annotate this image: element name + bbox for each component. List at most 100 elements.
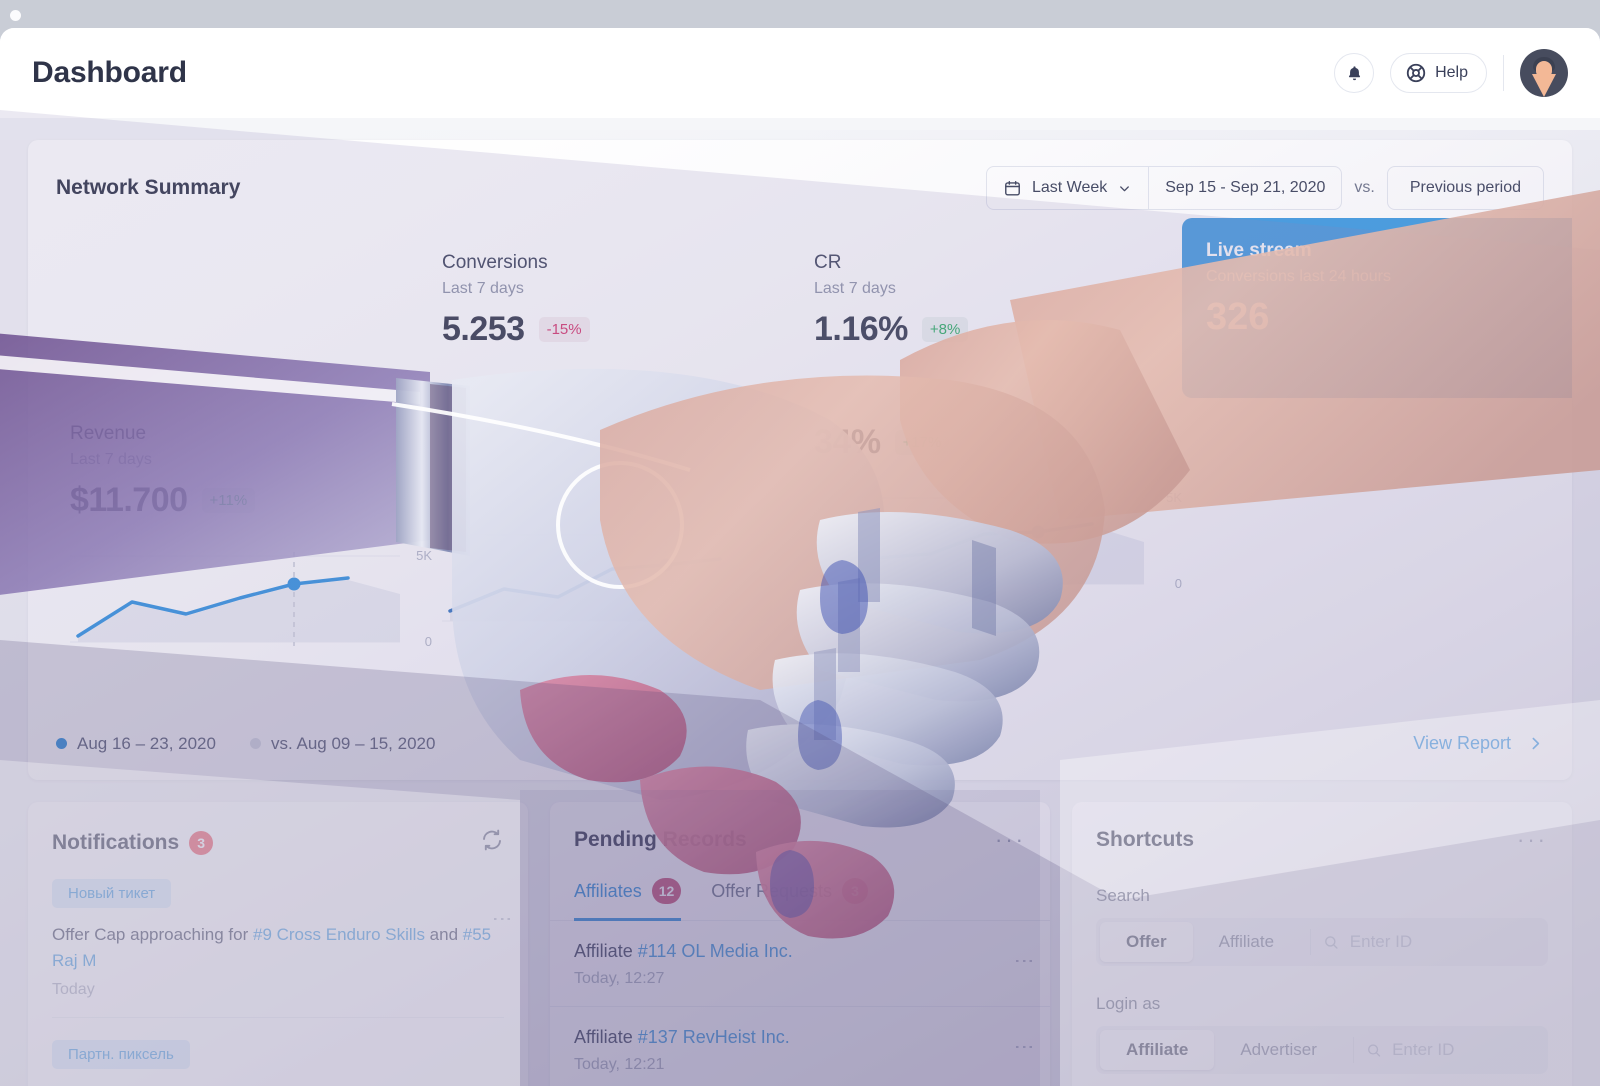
shortcuts-menu-button[interactable]: ··· xyxy=(1517,829,1548,851)
kpi-row-bottom: Revenue Last 7 days $11.700 +11% 5K 0 34… xyxy=(56,423,1544,662)
axis-label-bottom: 0 xyxy=(1174,576,1182,591)
app-header: Dashboard Help xyxy=(0,28,1600,118)
search-input[interactable] xyxy=(1349,932,1544,952)
calendar-icon xyxy=(1005,180,1020,196)
kpi-cr: CR Last 7 days 1.16% +8% xyxy=(800,252,1172,349)
login-tab-advertiser[interactable]: Advertiser xyxy=(1214,1030,1343,1070)
notifications-count-badge: 3 xyxy=(189,830,214,855)
legend-dot xyxy=(249,738,261,749)
notification-link-1[interactable]: #9 Cross Enduro Skills xyxy=(253,925,425,944)
pending-records-menu-button[interactable]: ··· xyxy=(995,829,1026,851)
tab-count-badge: 3 xyxy=(842,878,869,904)
kpi-conversions: Conversions Last 7 days 5.253 -15% xyxy=(428,252,800,349)
kpi-value-row: 34% +17% xyxy=(814,423,1172,462)
avatar[interactable] xyxy=(1520,49,1568,97)
axis-label-top: 5K xyxy=(1166,490,1182,505)
search-icon xyxy=(1367,1043,1381,1057)
notifications-card: Notifications 3 Новый тикет Offer Cap ap… xyxy=(28,802,528,1086)
notification-item[interactable]: Новый тикет Offer Cap approaching for #9… xyxy=(52,857,513,1018)
kpi-subtitle: Last 7 days xyxy=(814,280,896,297)
bell-icon xyxy=(1348,65,1360,80)
segment-divider xyxy=(1310,929,1312,955)
date-range-value[interactable]: Sep 15 - Sep 21, 2020 xyxy=(1149,166,1343,210)
network-summary-card: Network Summary Last Week Sep 15 - Sep 2… xyxy=(28,140,1572,780)
kpi-value-row: 5.253 -15% xyxy=(442,310,800,349)
pending-records-tabs: Affiliates 12 Offer Requests 3 xyxy=(550,878,1050,921)
compare-period-label: Previous period xyxy=(1409,179,1521,196)
dashboard-body: Network Summary Last Week Sep 15 - Sep 2… xyxy=(0,140,1600,1086)
search-section-label: Search xyxy=(1096,886,1150,905)
record-prefix: Affiliate xyxy=(574,1027,638,1047)
search-icon xyxy=(1325,935,1338,949)
kpi-subtitle: Last 7 days xyxy=(70,451,152,468)
header-divider xyxy=(1503,55,1504,91)
login-input[interactable] xyxy=(1392,1040,1544,1060)
sparkline-revenue: 5K 0 xyxy=(70,542,432,662)
sparkline-fourth: 5K 0 xyxy=(814,484,1182,604)
tab-offer-requests[interactable]: Offer Requests 3 xyxy=(711,878,869,921)
summary-header: Network Summary Last Week Sep 15 - Sep 2… xyxy=(56,166,1544,210)
tab-count-badge: 12 xyxy=(651,878,682,904)
record-link[interactable]: #137 RevHeist Inc. xyxy=(638,1027,790,1047)
record-row[interactable]: Affiliate #114 OL Media Inc. Today, 12:2… xyxy=(550,921,1050,1007)
live-stream-title: Live stream xyxy=(1206,240,1312,261)
record-row[interactable]: Affiliate #137 RevHeist Inc. Today, 12:2… xyxy=(550,1007,1050,1086)
search-tab-affiliate[interactable]: Affiliate xyxy=(1193,922,1300,962)
login-section-label: Login as xyxy=(1096,994,1161,1013)
summary-footer: Aug 16 – 23, 2020 vs. Aug 09 – 15, 2020 … xyxy=(56,733,1544,754)
notification-menu-button[interactable]: ⋮ xyxy=(491,909,513,928)
kpi-value: 5.253 xyxy=(442,310,525,348)
live-stream-panel: Live stream Conversions last 24 hours 32… xyxy=(1182,218,1572,398)
notifications-list: Новый тикет Offer Cap approaching for #9… xyxy=(28,857,528,1086)
compare-period-select[interactable]: Previous period xyxy=(1386,166,1544,210)
login-tab-affiliate[interactable]: Affiliate xyxy=(1100,1030,1215,1070)
kpi-name: CR xyxy=(814,252,842,273)
axis-label-bottom: 0 xyxy=(424,634,432,649)
window-dot xyxy=(10,10,21,21)
window-chrome-bar xyxy=(0,0,1600,28)
sparkline-conversions xyxy=(442,521,800,641)
view-report-link[interactable]: View Report xyxy=(1413,733,1544,754)
pending-records-title: Pending Records xyxy=(574,828,747,851)
notifications-refresh-button[interactable] xyxy=(480,828,504,857)
tab-label: Affiliates xyxy=(574,880,642,901)
pending-records-list: Affiliate #114 OL Media Inc. Today, 12:2… xyxy=(550,921,1050,1086)
header-actions: Help xyxy=(1334,49,1568,97)
date-preset-select[interactable]: Last Week xyxy=(985,166,1150,210)
legend-dot xyxy=(56,738,67,749)
kpi-delta: +17% xyxy=(894,430,950,455)
kpi-name: Conversions xyxy=(442,252,548,273)
avatar-body xyxy=(1532,74,1556,97)
record-time: Today, 12:27 xyxy=(574,970,665,987)
view-report-label: View Report xyxy=(1413,733,1511,753)
notification-text-mid: and xyxy=(424,925,463,944)
record-time: Today, 12:21 xyxy=(574,1056,665,1073)
bottom-row: Notifications 3 Новый тикет Offer Cap ap… xyxy=(28,802,1572,1086)
app-window: Dashboard Help Network Summary Last Week… xyxy=(0,28,1600,1086)
kpi-delta: -15% xyxy=(538,317,590,342)
record-link[interactable]: #114 OL Media Inc. xyxy=(638,941,793,961)
shortcuts-header: Shortcuts ··· xyxy=(1072,802,1572,852)
notifications-header: Notifications 3 xyxy=(28,802,528,857)
notifications-button[interactable] xyxy=(1334,53,1375,93)
record-menu-button[interactable]: ⋮ xyxy=(1013,1037,1035,1056)
sparkline-svg xyxy=(814,494,1144,588)
notification-item[interactable]: Партн. пиксель xyxy=(52,1018,504,1086)
record-menu-button[interactable]: ⋮ xyxy=(1013,951,1035,970)
chevron-right-icon xyxy=(1532,737,1540,750)
tab-label: Offer Requests xyxy=(711,880,833,901)
search-tab-offer[interactable]: Offer xyxy=(1100,922,1193,962)
tab-affiliates[interactable]: Affiliates 12 xyxy=(574,878,682,921)
login-input-wrap xyxy=(1360,1040,1544,1060)
kpi-fourth: 34% +17% 5K 0 xyxy=(800,423,1182,662)
shortcuts-title: Shortcuts xyxy=(1096,828,1195,851)
refresh-icon xyxy=(483,829,501,851)
kpi-value-row: $11.700 +11% xyxy=(70,481,428,520)
legend-label: Aug 16 – 23, 2020 xyxy=(77,733,216,753)
page-title: Dashboard xyxy=(32,56,187,89)
pending-records-card: Pending Records ··· Affiliates 12 Offer … xyxy=(550,802,1050,1086)
date-range-controls: Last Week Sep 15 - Sep 21, 2020 vs. Prev… xyxy=(985,166,1544,210)
notification-text: Offer Cap approaching for #9 Cross Endur… xyxy=(52,922,504,973)
chart-legend: Aug 16 – 23, 2020 vs. Aug 09 – 15, 2020 xyxy=(56,734,435,754)
help-button[interactable]: Help xyxy=(1390,53,1487,93)
